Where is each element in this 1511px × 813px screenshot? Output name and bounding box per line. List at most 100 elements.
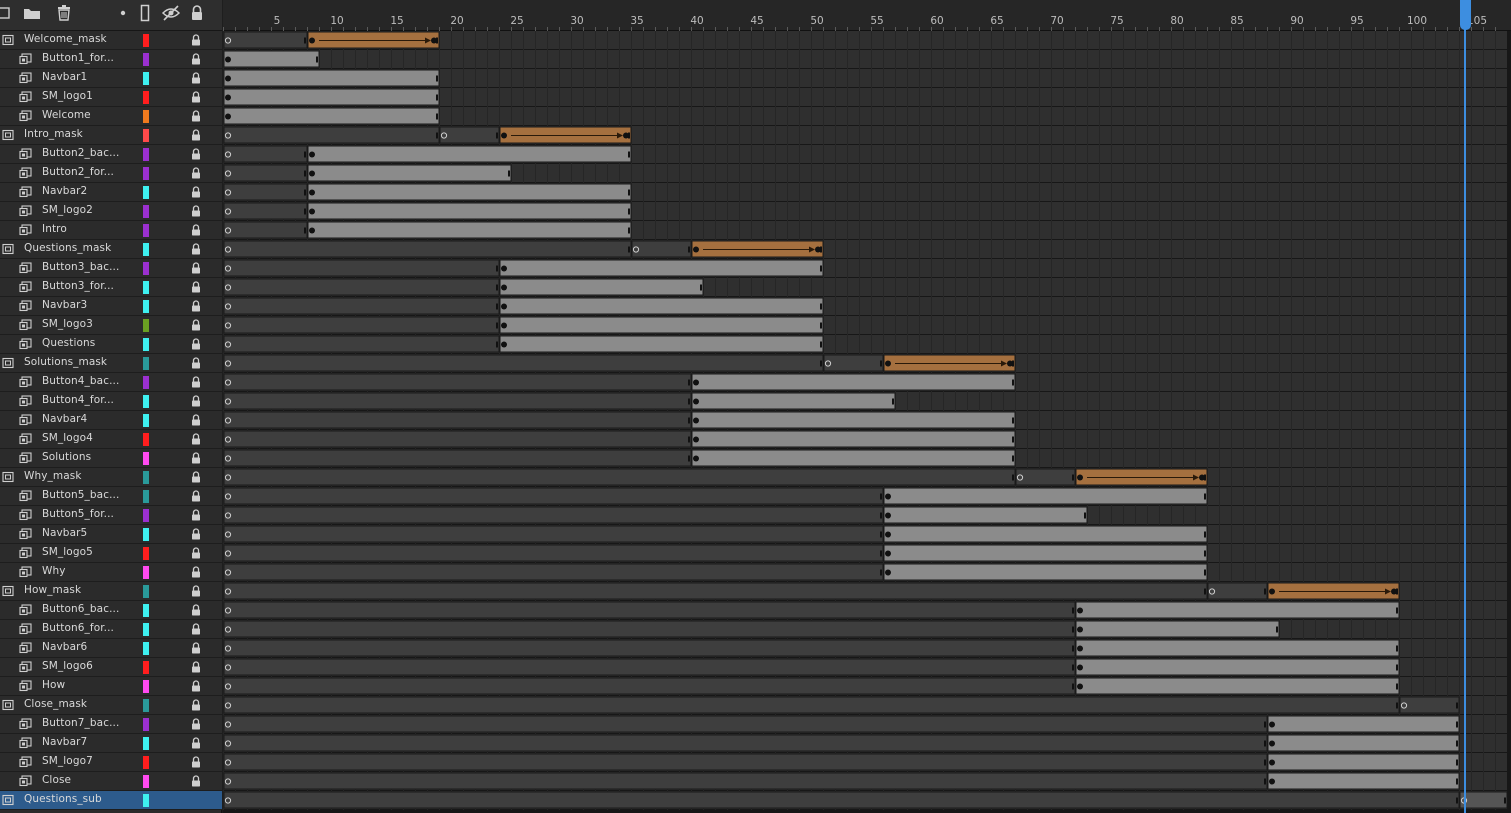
layer-name[interactable]: Close_mask <box>24 698 87 710</box>
layer-name[interactable]: Button5_bac... <box>42 489 119 501</box>
layer-color-swatch[interactable] <box>143 300 149 313</box>
lock-icon[interactable] <box>191 566 201 578</box>
layer-row[interactable]: SM_logo3 <box>0 316 222 335</box>
layer-row[interactable]: Why <box>0 563 222 582</box>
masked-layer-icon[interactable] <box>19 205 32 217</box>
playhead-handle[interactable] <box>1460 0 1471 30</box>
layer-row[interactable]: Navbar2 <box>0 183 222 202</box>
layer-row[interactable]: Questions_sub <box>0 791 222 810</box>
lock-icon[interactable] <box>191 680 201 692</box>
layer-name[interactable]: Welcome_mask <box>24 33 107 45</box>
lock-icon[interactable] <box>191 661 201 673</box>
layer-name[interactable]: Solutions_mask <box>24 356 107 368</box>
layer-name[interactable]: Why_mask <box>24 470 82 482</box>
layer-color-swatch[interactable] <box>143 129 149 142</box>
layer-name[interactable]: Button4_bac... <box>42 375 119 387</box>
layer-name[interactable]: Navbar5 <box>42 527 87 539</box>
layer-color-swatch[interactable] <box>143 376 149 389</box>
masked-layer-icon[interactable] <box>19 262 32 274</box>
masked-layer-icon[interactable] <box>19 642 32 654</box>
layer-color-swatch[interactable] <box>143 91 149 104</box>
layer-name[interactable]: Intro <box>42 223 67 235</box>
lock-icon[interactable] <box>191 775 201 787</box>
lock-icon[interactable] <box>191 281 201 293</box>
layer-color-swatch[interactable] <box>143 756 149 769</box>
layer-color-swatch[interactable] <box>143 509 149 522</box>
layer-color-swatch[interactable] <box>143 604 149 617</box>
outline-icon[interactable] <box>135 3 155 23</box>
masked-layer-icon[interactable] <box>19 53 32 65</box>
layer-name[interactable]: Button1_for... <box>42 52 114 64</box>
layer-row[interactable]: Navbar4 <box>0 411 222 430</box>
layer-row[interactable]: Close_mask <box>0 696 222 715</box>
layer-row[interactable]: Welcome <box>0 107 222 126</box>
masked-layer-icon[interactable] <box>19 148 32 160</box>
lock-icon[interactable] <box>191 338 201 350</box>
layer-name[interactable]: Navbar2 <box>42 185 87 197</box>
layer-name[interactable]: Button6_bac... <box>42 603 119 615</box>
layer-color-swatch[interactable] <box>143 167 149 180</box>
layer-name[interactable]: Questions <box>42 337 95 349</box>
lock-icon[interactable] <box>191 53 201 65</box>
mask-layer-icon[interactable] <box>2 794 15 806</box>
layer-name[interactable]: Welcome <box>42 109 91 121</box>
lock-icon[interactable] <box>191 357 201 369</box>
layer-color-swatch[interactable] <box>143 566 149 579</box>
layer-name[interactable]: SM_logo3 <box>42 318 93 330</box>
masked-layer-icon[interactable] <box>19 72 32 84</box>
masked-layer-icon[interactable] <box>19 300 32 312</box>
layer-color-swatch[interactable] <box>143 281 149 294</box>
masked-layer-icon[interactable] <box>19 490 32 502</box>
mask-layer-icon[interactable] <box>2 34 15 46</box>
mask-layer-icon[interactable] <box>2 357 15 369</box>
lock-icon[interactable] <box>191 110 201 122</box>
layer-name[interactable]: Navbar6 <box>42 641 87 653</box>
layer-color-swatch[interactable] <box>143 205 149 218</box>
layer-row[interactable]: SM_logo6 <box>0 658 222 677</box>
lock-icon[interactable] <box>191 300 201 312</box>
lock-icon[interactable] <box>191 262 201 274</box>
lock-icon[interactable] <box>191 91 201 103</box>
lock-icon[interactable] <box>191 452 201 464</box>
playhead[interactable] <box>1464 0 1466 813</box>
layer-row[interactable]: Intro_mask <box>0 126 222 145</box>
lock-all-icon[interactable] <box>187 3 207 23</box>
masked-layer-icon[interactable] <box>19 338 32 350</box>
layer-row[interactable]: Navbar6 <box>0 639 222 658</box>
layer-name[interactable]: Button7_bac... <box>42 717 119 729</box>
layer-name[interactable]: Button2_for... <box>42 166 114 178</box>
layer-name[interactable]: Solutions <box>42 451 91 463</box>
layer-row[interactable]: How_mask <box>0 582 222 601</box>
layer-color-swatch[interactable] <box>143 699 149 712</box>
layer-color-swatch[interactable] <box>143 737 149 750</box>
delete-icon[interactable] <box>54 3 74 23</box>
lock-icon[interactable] <box>191 129 201 141</box>
masked-layer-icon[interactable] <box>19 528 32 540</box>
lock-icon[interactable] <box>191 148 201 160</box>
layer-color-swatch[interactable] <box>143 148 149 161</box>
masked-layer-icon[interactable] <box>19 604 32 616</box>
layer-row[interactable]: Button5_bac... <box>0 487 222 506</box>
layer-color-swatch[interactable] <box>143 642 149 655</box>
layer-color-swatch[interactable] <box>143 528 149 541</box>
layer-row[interactable]: Close <box>0 772 222 791</box>
layer-color-swatch[interactable] <box>143 775 149 788</box>
lock-icon[interactable] <box>191 509 201 521</box>
layer-color-swatch[interactable] <box>143 433 149 446</box>
layer-row[interactable]: Button4_for... <box>0 392 222 411</box>
layer-color-swatch[interactable] <box>143 623 149 636</box>
layer-row[interactable]: Welcome_mask <box>0 31 222 50</box>
layer-row[interactable]: Questions <box>0 335 222 354</box>
layer-name[interactable]: Button4_for... <box>42 394 114 406</box>
layer-color-swatch[interactable] <box>143 471 149 484</box>
lock-icon[interactable] <box>191 737 201 749</box>
masked-layer-icon[interactable] <box>19 775 32 787</box>
layer-color-swatch[interactable] <box>143 34 149 47</box>
masked-layer-icon[interactable] <box>19 186 32 198</box>
layer-row[interactable]: Button6_for... <box>0 620 222 639</box>
lock-icon[interactable] <box>191 490 201 502</box>
layer-color-swatch[interactable] <box>143 262 149 275</box>
masked-layer-icon[interactable] <box>19 395 32 407</box>
layer-name[interactable]: Button2_bac... <box>42 147 119 159</box>
highlight-dot-icon[interactable] <box>113 3 133 23</box>
